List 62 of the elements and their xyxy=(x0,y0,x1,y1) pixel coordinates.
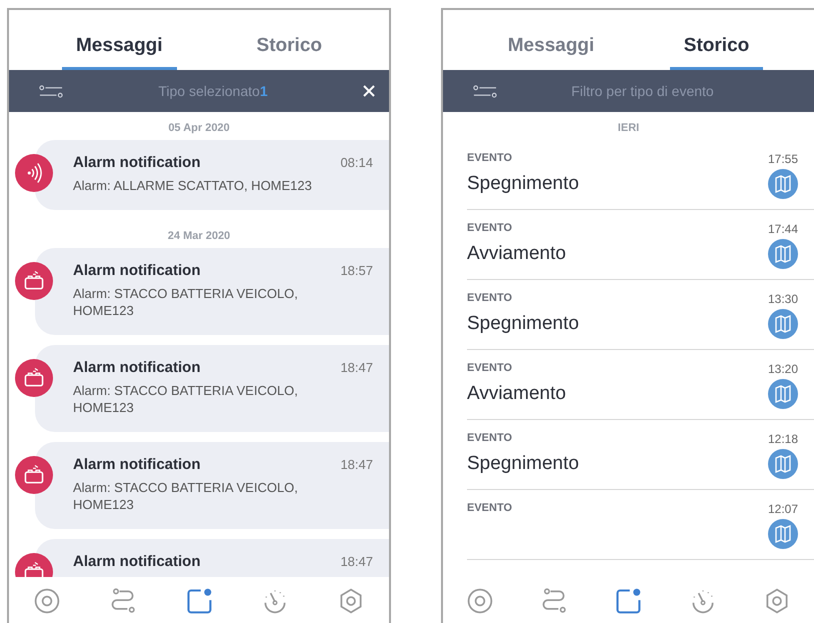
event-time: 12:07 xyxy=(768,502,798,516)
message-title: Alarm notification xyxy=(73,262,201,279)
map-icon[interactable] xyxy=(768,169,798,199)
event-title: Avviamento xyxy=(467,243,566,265)
event-time: 17:44 xyxy=(768,222,798,236)
date-header: IERI xyxy=(616,121,640,136)
route-icon[interactable] xyxy=(540,587,568,615)
message-icon[interactable] xyxy=(614,587,642,615)
event-label: EVENTO xyxy=(467,502,512,516)
target-icon[interactable] xyxy=(33,587,61,615)
message-time: 18:47 xyxy=(340,457,373,472)
event-title: Spegnimento xyxy=(467,173,579,195)
date-header: 05 Apr 2020 xyxy=(167,121,231,136)
event-time: 13:20 xyxy=(768,362,798,376)
target-icon[interactable] xyxy=(466,587,494,615)
event-time: 17:55 xyxy=(768,152,798,166)
filter-label: Tipo selezionato1 xyxy=(157,83,269,99)
message-text: Alarm: ALLARME SCATTATO, HOME123 xyxy=(73,177,313,194)
route-icon[interactable] xyxy=(109,587,137,615)
event-title: Spegnimento xyxy=(467,453,579,475)
battery-alarm-icon xyxy=(15,262,53,300)
map-icon[interactable] xyxy=(768,519,798,549)
message-icon[interactable] xyxy=(185,587,213,615)
event-label: EVENTO xyxy=(467,362,512,376)
map-icon[interactable] xyxy=(768,449,798,479)
message-text: Alarm: STACCO BATTERIA VEICOLO, HOME123 xyxy=(73,479,299,513)
event-title: Avviamento xyxy=(467,383,566,405)
event-label: EVENTO xyxy=(467,152,512,166)
filter-placeholder: Filtro per tipo di evento xyxy=(570,83,715,99)
message-card[interactable]: Alarm notification 18:47 xyxy=(35,539,389,577)
tab[interactable]: Messaggi xyxy=(494,10,608,70)
message-title: Alarm notification xyxy=(73,154,201,171)
message-card[interactable]: Alarm notification 18:47 Alarm: STACCO BATTERIA VEICOLO, HOME123 xyxy=(35,442,389,529)
event-time: 12:18 xyxy=(768,432,798,446)
filter-icon[interactable] xyxy=(39,84,63,98)
map-icon[interactable] xyxy=(768,379,798,409)
message-card[interactable]: Alarm notification 18:47 Alarm: STACCO BATTERIA VEICOLO, HOME123 xyxy=(35,345,389,432)
message-text: Alarm: STACCO BATTERIA VEICOLO, HOME123 xyxy=(73,285,299,319)
map-icon[interactable] xyxy=(768,309,798,339)
map-icon[interactable] xyxy=(768,239,798,269)
event-time: 13:30 xyxy=(768,292,798,306)
filter-icon[interactable] xyxy=(473,84,497,98)
event-title: Spegnimento xyxy=(467,313,579,335)
battery-alarm-icon xyxy=(15,359,53,397)
event-label: EVENTO xyxy=(467,222,512,236)
signal-alarm-icon xyxy=(15,154,53,192)
message-text: Alarm: STACCO BATTERIA VEICOLO, HOME123 xyxy=(73,382,299,416)
message-time: 08:14 xyxy=(340,155,373,170)
message-card[interactable]: Alarm notification 18:57 Alarm: STACCO BATTERIA VEICOLO, HOME123 xyxy=(35,248,389,335)
close-icon[interactable] xyxy=(363,85,375,97)
date-header: 24 Mar 2020 xyxy=(166,229,232,244)
battery-alarm-icon xyxy=(15,456,53,494)
event-label: EVENTO xyxy=(467,292,512,306)
message-time: 18:47 xyxy=(340,554,373,569)
message-title: Alarm notification xyxy=(73,456,201,473)
message-title: Alarm notification xyxy=(73,553,201,570)
message-card[interactable]: Alarm notification 08:14 Alarm: ALLARME SCATTATO, HOME123 xyxy=(35,140,389,210)
message-time: 18:47 xyxy=(340,360,373,375)
message-time: 18:57 xyxy=(340,263,373,278)
message-title: Alarm notification xyxy=(73,359,201,376)
tab[interactable]: Storico xyxy=(242,10,336,70)
event-label: EVENTO xyxy=(467,432,512,446)
